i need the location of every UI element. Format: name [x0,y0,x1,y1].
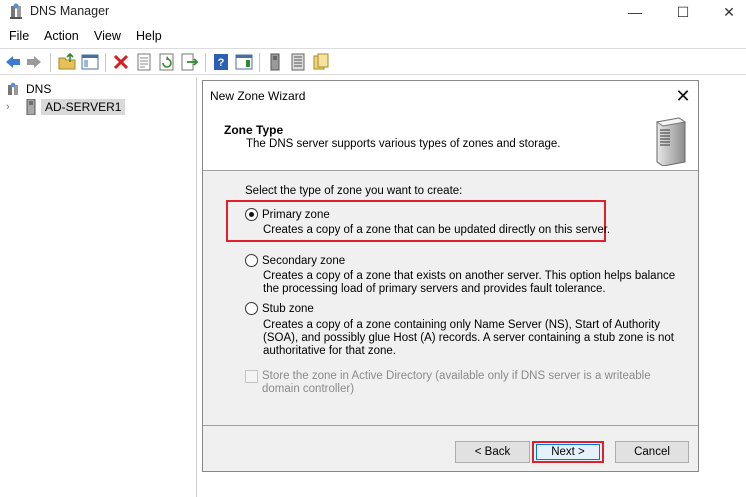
menu-file[interactable]: File [9,29,29,43]
dialog-title: New Zone Wizard [210,89,306,103]
radio-selected-icon[interactable] [245,208,258,221]
wizard-footer: < Back Next > Cancel [203,425,698,471]
zone-type-prompt: Select the type of zone you want to crea… [245,185,463,197]
store-in-ad-checkbox-row[interactable]: Store the zone in Active Directory (avai… [245,370,682,396]
export-icon[interactable] [181,53,199,71]
cancel-button[interactable]: Cancel [615,441,689,463]
stub-zone-label: Stub zone [262,302,314,315]
refresh-icon[interactable] [158,53,176,71]
list-icon[interactable] [289,53,307,71]
server-icon[interactable] [266,53,284,71]
close-window-button[interactable]: ✕ [706,0,746,24]
svg-text:?: ? [218,57,225,69]
stub-zone-description: Creates a copy of a zone containing only… [263,319,675,357]
primary-zone-description: Creates a copy of a zone that can be upd… [263,224,611,236]
server-icon [26,99,36,115]
menu-help[interactable]: Help [136,29,162,43]
delete-icon[interactable] [112,53,130,71]
dialog-close-button[interactable]: ✕ [672,85,694,107]
secondary-zone-label: Secondary zone [262,254,346,267]
up-folder-icon[interactable] [58,53,76,71]
next-button[interactable]: Next > [532,441,604,463]
radio-unselected-icon[interactable] [245,302,258,315]
forward-arrow-icon[interactable] [25,53,43,71]
console-tree: DNS › AD-SERVER1 [0,77,197,497]
properties-icon[interactable] [135,53,153,71]
next-button-label: Next > [551,446,585,458]
help-icon[interactable]: ? [212,53,230,71]
dialog-titlebar: New Zone Wizard ✕ [203,81,698,111]
toolbar: ? [0,48,746,75]
primary-zone-radio[interactable]: Primary zone [245,208,330,221]
menu-action[interactable]: Action [44,29,79,43]
menu-bar: File Action View Help [0,26,746,46]
minimize-icon: — [628,4,642,20]
window-titlebar: DNS Manager — ☐ ✕ [0,0,746,24]
server-tower-icon [655,117,687,166]
zone-icon[interactable] [312,53,330,71]
store-in-ad-checkbox[interactable] [245,370,258,383]
close-icon: ✕ [723,3,735,20]
store-in-ad-label: Store the zone in Active Directory (avai… [262,370,651,395]
minimize-button[interactable]: — [612,0,658,24]
show-hide-tree-icon[interactable] [81,53,99,71]
secondary-zone-description: Creates a copy of a zone that exists on … [263,270,676,295]
tree-item-dns[interactable]: DNS [6,81,51,97]
stub-zone-radio[interactable]: Stub zone [245,302,314,315]
menu-view[interactable]: View [94,29,121,43]
page-title: Zone Type [224,123,284,137]
secondary-zone-radio[interactable]: Secondary zone [245,254,345,267]
dns-icon [8,82,18,95]
wizard-header: Zone Type The DNS server supports variou… [203,111,698,171]
wizard-body: Select the type of zone you want to crea… [203,172,698,424]
tree-label-ad-server1: AD-SERVER1 [41,99,126,115]
window-title: DNS Manager [30,4,110,18]
tree-item-ad-server1[interactable]: › AD-SERVER1 [6,98,126,116]
chevron-right-icon[interactable]: › [6,101,18,113]
dns-manager-icon [10,3,22,19]
primary-zone-label: Primary zone [262,208,330,221]
tree-label-dns: DNS [26,82,52,96]
close-icon: ✕ [675,85,691,106]
action-pane-icon[interactable] [235,53,253,71]
new-zone-wizard-dialog: New Zone Wizard ✕ Zone Type The DNS serv… [202,80,699,472]
back-button[interactable]: < Back [455,441,530,463]
maximize-button[interactable]: ☐ [660,0,706,24]
radio-unselected-icon[interactable] [245,254,258,267]
maximize-icon: ☐ [676,3,690,20]
back-arrow-icon[interactable] [4,53,22,71]
page-subtitle: The DNS server supports various types of… [246,138,561,150]
